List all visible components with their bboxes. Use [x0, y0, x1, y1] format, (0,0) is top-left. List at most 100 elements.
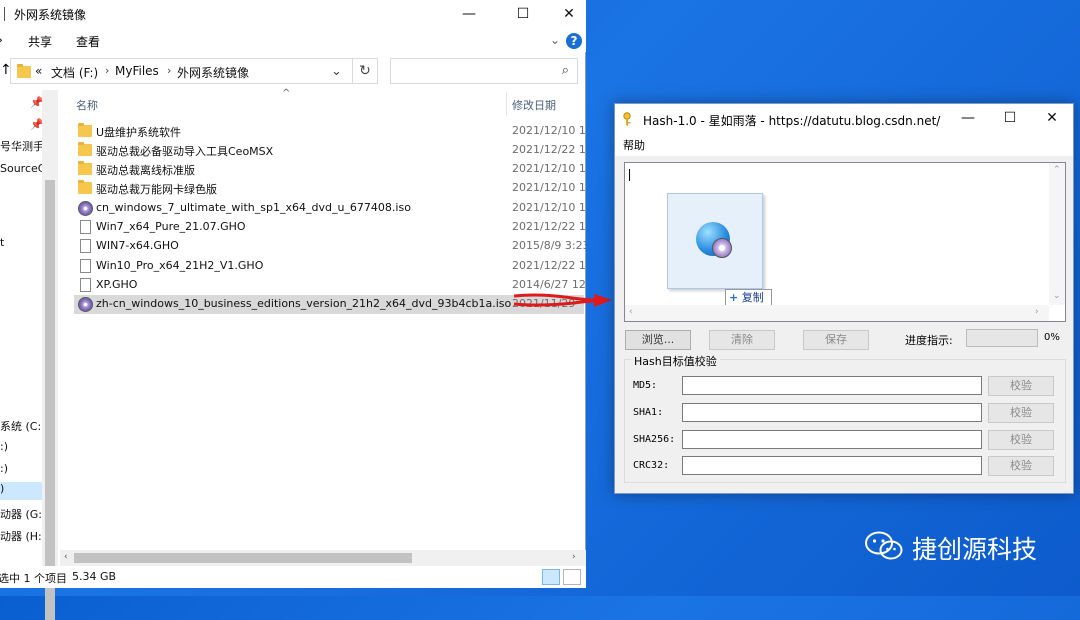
hash-window-title: Hash-1.0 - 星如雨落 - https://datutu.blog.cs… — [643, 114, 941, 128]
file-date: 2021/12/10 16 — [512, 162, 586, 175]
text-caret — [629, 169, 630, 181]
file-name: U盘维护系统软件 — [96, 126, 182, 139]
textarea-horizontal-scrollbar[interactable]: ‹ › — [625, 305, 1049, 321]
chevron-right-icon: › — [167, 64, 172, 77]
search-icon: ⌕ — [561, 63, 569, 78]
status-bar: 选中 1 个项目 5.34 GB — [0, 566, 586, 588]
scroll-up-icon[interactable]: ⌃ — [1053, 165, 1061, 175]
scroll-right-icon[interactable]: › — [572, 552, 576, 562]
list-item-selected[interactable]: zh-cn_windows_10_business_editions_versi… — [74, 295, 584, 314]
scroll-left-icon[interactable]: ‹ — [629, 307, 633, 317]
list-item[interactable]: WIN7-x64.GHO 2015/8/9 3:23 — [74, 237, 586, 256]
nav-item[interactable]: 动器 (G: — [0, 506, 42, 522]
tab-view[interactable]: 查看 — [76, 33, 100, 50]
chevron-down-icon[interactable]: ⌄ — [331, 64, 342, 79]
browse-button[interactable]: 浏览... — [625, 330, 691, 350]
ribbon-chevron-icon[interactable]: › — [0, 33, 3, 47]
file-icon — [80, 278, 91, 292]
list-item[interactable]: U盘维护系统软件 2021/12/10 16 — [74, 122, 586, 141]
refresh-button[interactable]: ↻ — [352, 58, 378, 84]
crc32-field[interactable] — [682, 456, 982, 475]
hash-title-bar[interactable]: Hash-1.0 - 星如雨落 - https://datutu.blog.cs… — [615, 104, 1073, 134]
file-name: WIN7-x64.GHO — [96, 239, 179, 252]
md5-field[interactable] — [682, 376, 982, 395]
hash-output-textarea[interactable]: + 复制 ⌃ ⌄ ‹ › — [624, 162, 1066, 322]
list-item[interactable]: 驱动总裁必备驱动导入工具CeoMSX 2021/12/22 11 — [74, 141, 586, 160]
minimize-button[interactable]: — — [446, 0, 492, 28]
nav-item[interactable]: 号华测手 — [0, 138, 44, 154]
list-item[interactable]: 驱动总裁离线标准版 2021/12/10 16 — [74, 160, 586, 179]
plus-icon: + — [729, 291, 739, 304]
file-explorer-window: 外网系统镜像 — ☐ ✕ › 共享 查看 ⌄ ? ↑ « 文档 (F:) › M… — [0, 0, 586, 620]
breadcrumb-current[interactable]: 外网系统镜像 — [177, 64, 249, 81]
scroll-down-icon[interactable]: ⌄ — [1053, 291, 1061, 301]
file-date: 2021/12/22 11 — [512, 143, 586, 156]
close-button[interactable]: ✕ — [1029, 104, 1075, 132]
nav-item[interactable]: t — [0, 236, 4, 249]
sha256-verify-button[interactable]: 校验 — [988, 430, 1054, 450]
list-item[interactable]: 驱动总裁万能网卡绿色版 2021/12/10 16 — [74, 179, 586, 198]
maximize-button[interactable]: ☐ — [500, 0, 546, 28]
folder-icon — [78, 123, 92, 137]
column-name[interactable]: 名称 — [76, 97, 98, 113]
folder-icon — [78, 142, 92, 156]
nav-scrollbar[interactable] — [42, 90, 58, 620]
file-date: 2015/8/9 3:23 — [512, 239, 586, 252]
md5-label: MD5: — [633, 380, 658, 391]
tab-share[interactable]: 共享 — [28, 33, 52, 50]
scrollbar-thumb[interactable] — [74, 553, 412, 563]
md5-verify-button[interactable]: 校验 — [988, 376, 1054, 396]
search-input[interactable]: ⌕ — [390, 58, 578, 84]
ribbon-tabs: › 共享 查看 ⌄ ? — [0, 28, 586, 52]
column-divider[interactable] — [506, 92, 507, 116]
tiles-view-button[interactable] — [563, 569, 581, 585]
drag-arrow-icon — [514, 293, 612, 307]
column-modified[interactable]: 修改日期 — [512, 97, 556, 113]
nav-item[interactable]: :) — [0, 462, 8, 475]
breadcrumb-drive[interactable]: 文档 (F:) — [51, 64, 98, 81]
crc32-verify-button[interactable]: 校验 — [988, 456, 1054, 476]
scroll-right-icon[interactable]: › — [1035, 307, 1039, 317]
horizontal-scrollbar[interactable]: ‹ › — [60, 550, 586, 566]
save-button[interactable]: 保存 — [803, 330, 869, 350]
file-name: 驱动总裁离线标准版 — [96, 164, 195, 177]
selection-count: 选中 1 个项目 — [0, 572, 67, 585]
sha256-label: SHA256: — [633, 434, 676, 445]
scroll-left-icon[interactable]: ‹ — [64, 552, 68, 562]
explorer-title-bar[interactable]: 外网系统镜像 — ☐ ✕ — [0, 0, 586, 28]
file-name: zh-cn_windows_10_business_editions_versi… — [96, 297, 512, 310]
file-name: Win10_Pro_x64_21H2_V1.GHO — [96, 259, 264, 272]
close-button[interactable]: ✕ — [546, 0, 592, 28]
navigation-pane: 📌 📌 号华测手 SourceC t 系统 (C:) :) :) ) 动器 (G… — [0, 90, 46, 566]
minimize-button[interactable]: — — [945, 104, 991, 132]
scrollbar-thumb[interactable] — [45, 180, 55, 620]
clear-button[interactable]: 清除 — [709, 330, 775, 350]
list-item[interactable]: cn_windows_7_ultimate_with_sp1_x64_dvd_u… — [74, 199, 586, 218]
breadcrumb-overflow[interactable]: « — [35, 64, 42, 78]
nav-item[interactable]: 系统 (C:) — [0, 418, 45, 434]
sha1-field[interactable] — [682, 403, 982, 422]
file-name: Win7_x64_Pure_21.07.GHO — [96, 220, 246, 233]
list-item[interactable]: Win10_Pro_x64_21H2_V1.GHO 2021/12/22 11 — [74, 257, 586, 276]
nav-item[interactable]: 动器 (H:) — [0, 528, 46, 544]
textarea-vertical-scrollbar[interactable]: ⌃ ⌄ — [1049, 163, 1065, 305]
list-item[interactable]: Win7_x64_Pure_21.07.GHO 2021/12/22 11 — [74, 218, 586, 237]
details-view-button[interactable] — [542, 569, 560, 585]
breadcrumb-myfiles[interactable]: MyFiles — [115, 64, 159, 78]
ribbon-expand-icon[interactable]: ⌄ — [550, 33, 560, 47]
progress-bar — [966, 329, 1038, 347]
help-icon[interactable]: ? — [566, 33, 582, 49]
address-bar[interactable]: « 文档 (F:) › MyFiles › 外网系统镜像 ⌄ — [10, 58, 372, 84]
progress-percent: 0% — [1044, 332, 1060, 343]
sha256-field[interactable] — [682, 430, 982, 449]
list-item[interactable]: XP.GHO 2014/6/27 12: — [74, 276, 586, 295]
file-name: 驱动总裁必备驱动导入工具CeoMSX — [96, 145, 274, 158]
nav-item-selected[interactable]: ) — [0, 482, 42, 500]
menu-help[interactable]: 帮助 — [623, 137, 645, 153]
sha1-verify-button[interactable]: 校验 — [988, 403, 1054, 423]
nav-item[interactable]: :) — [0, 440, 8, 453]
folder-icon — [78, 161, 92, 175]
folder-icon — [78, 180, 92, 194]
maximize-button[interactable]: ☐ — [987, 104, 1033, 132]
nav-item[interactable]: SourceC — [0, 162, 45, 175]
